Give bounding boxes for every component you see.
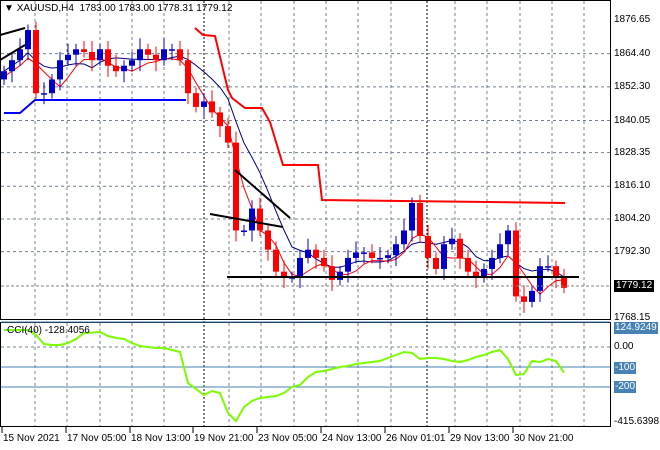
- bull-candle: [489, 257, 495, 269]
- bull-candle: [305, 249, 311, 258]
- bull-candle: [337, 271, 343, 280]
- bull-candle: [161, 49, 167, 61]
- bear-candle: [33, 30, 39, 94]
- bear-candle: [145, 49, 151, 55]
- time-axis-label: 17 Nov 05:00: [67, 433, 127, 444]
- cci-axis-max: 124.9249: [614, 322, 658, 334]
- time-axis-label: 30 Nov 21:00: [514, 433, 574, 444]
- bear-candle: [217, 112, 223, 127]
- bear-candle: [257, 208, 263, 231]
- price-axis-label: 1876.65: [614, 14, 651, 25]
- bull-candle: [505, 230, 511, 245]
- bull-candle: [201, 101, 207, 107]
- price-axis-label: 1852.30: [614, 80, 651, 92]
- cci-axis-minus100: -100: [614, 362, 637, 374]
- time-axis-label: 19 Nov 21:00: [194, 433, 254, 444]
- time-axis-label: 24 Nov 13:00: [322, 433, 382, 444]
- bear-candle: [433, 257, 439, 269]
- bull-candle: [377, 257, 383, 260]
- bull-candle: [1, 71, 7, 80]
- bear-candle: [425, 235, 431, 258]
- bull-candle: [9, 60, 15, 72]
- bull-candle: [41, 93, 47, 95]
- time-axis-label: 15 Nov 2021: [3, 433, 60, 444]
- bear-candle: [81, 49, 87, 52]
- bull-candle: [545, 266, 551, 268]
- bear-candle: [89, 51, 95, 61]
- bear-candle: [113, 65, 119, 72]
- time-axis-label: 29 Nov 13:00: [450, 433, 510, 444]
- bear-candle: [553, 266, 559, 278]
- bull-candle: [73, 49, 79, 55]
- bull-candle: [401, 230, 407, 245]
- price-chart[interactable]: [0, 0, 660, 450]
- time-axis-label: 26 Nov 01:01: [386, 433, 446, 444]
- cci-line: [4, 329, 565, 423]
- bull-candle: [497, 244, 503, 258]
- bear-candle: [457, 238, 463, 258]
- bull-candle: [25, 30, 31, 50]
- chart-title: ▼ XAUUSD,H4 1783.00 1783.00 1778.31 1779…: [4, 3, 233, 14]
- bear-candle: [177, 49, 183, 61]
- bear-candle: [193, 93, 199, 107]
- bull-candle: [529, 290, 535, 302]
- bull-candle: [385, 255, 391, 258]
- bull-candle: [449, 238, 455, 245]
- bull-candle: [361, 252, 367, 254]
- bear-candle: [265, 230, 271, 250]
- price-axis-label: 1792.30: [614, 245, 651, 257]
- trend-line: [0, 27, 26, 36]
- red-step-line: [194, 27, 566, 204]
- price-axis-label: 1804.20: [614, 212, 651, 224]
- blue-step-line: [4, 99, 186, 114]
- bull-candle: [353, 252, 359, 258]
- cci-axis-zero: 0.00: [614, 341, 634, 352]
- cci-title: CCI(40) -128.4056: [7, 325, 90, 336]
- bull-candle: [409, 203, 415, 231]
- price-axis-label: 1828.35: [614, 146, 651, 158]
- time-axis-label: 23 Nov 05:00: [258, 433, 318, 444]
- bear-candle: [313, 249, 319, 258]
- bull-candle: [137, 49, 143, 61]
- bear-candle: [153, 54, 159, 61]
- bull-candle: [441, 244, 447, 269]
- bull-candle: [241, 230, 247, 232]
- time-axis-label: 18 Nov 13:00: [131, 433, 191, 444]
- price-axis-label: 1816.10: [614, 180, 651, 192]
- bear-candle: [185, 60, 191, 94]
- bull-candle: [481, 268, 487, 278]
- bear-candle: [521, 296, 527, 302]
- bull-candle: [129, 60, 135, 66]
- bull-candle: [57, 60, 63, 80]
- bull-candle: [249, 208, 255, 231]
- bear-candle: [105, 49, 111, 66]
- bear-candle: [369, 252, 375, 258]
- bear-candle: [273, 249, 279, 272]
- current-price-label: 1779.12: [614, 280, 655, 292]
- price-axis-label: 1840.05: [614, 114, 651, 126]
- bear-candle: [321, 257, 327, 267]
- bear-candle: [209, 101, 215, 113]
- cci-axis-min: -415.6398: [614, 416, 660, 427]
- bull-candle: [17, 49, 23, 61]
- cci-axis-minus200: -200: [614, 381, 637, 393]
- bull-candle: [297, 257, 303, 278]
- bull-candle: [121, 65, 127, 72]
- bull-candle: [65, 54, 71, 61]
- bull-candle: [537, 266, 543, 291]
- bull-candle: [169, 49, 175, 51]
- bear-candle: [225, 126, 231, 143]
- bull-candle: [49, 79, 55, 94]
- bear-candle: [417, 203, 423, 236]
- bull-candle: [345, 257, 351, 272]
- trend-line: [209, 213, 284, 228]
- bull-candle: [393, 244, 399, 256]
- bear-candle: [465, 257, 471, 272]
- price-axis-label: 1864.40: [614, 47, 651, 59]
- bull-candle: [97, 49, 103, 61]
